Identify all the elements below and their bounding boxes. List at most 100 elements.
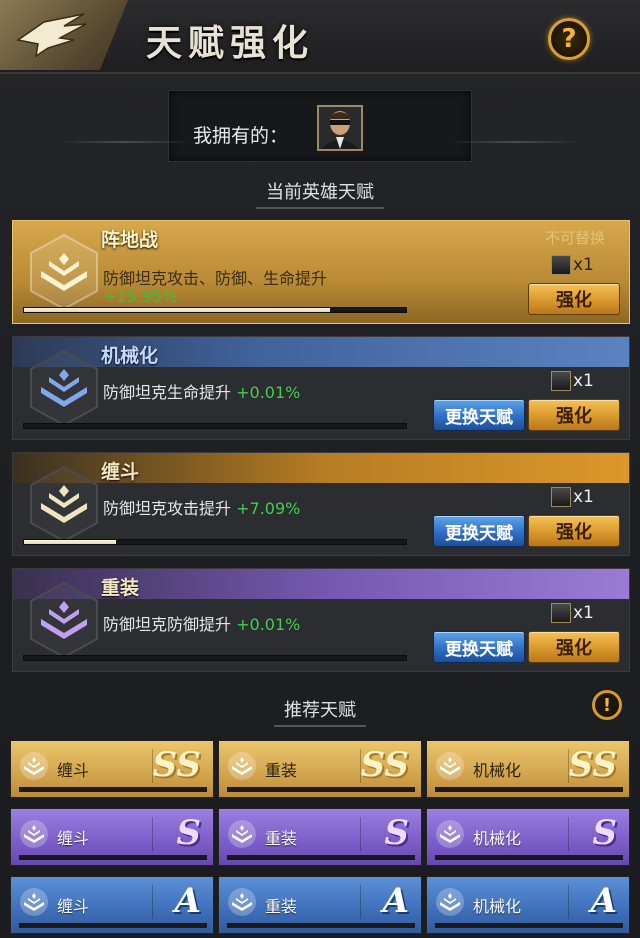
divider xyxy=(360,817,361,851)
hero-token-icon xyxy=(551,371,571,391)
exclamation-icon: ! xyxy=(602,694,612,716)
info-button[interactable]: ! xyxy=(592,690,622,720)
progress-bar xyxy=(23,539,407,545)
progress-bar xyxy=(435,923,623,928)
recommended-talent-card[interactable]: 重装 S xyxy=(218,808,422,866)
recommended-talent-name: 重装 xyxy=(265,829,298,848)
talent-name: 阵地战 xyxy=(101,229,159,251)
recommended-talent-name: 缠斗 xyxy=(57,761,90,780)
grade-badge: A xyxy=(382,881,409,921)
progress-fill xyxy=(24,540,116,544)
owned-panel: 我拥有的： xyxy=(59,90,581,162)
recommended-talent-name: 重装 xyxy=(265,761,298,780)
talent-emblem-icon xyxy=(30,349,98,427)
hero-token-icon xyxy=(551,603,571,623)
progress-bar xyxy=(435,787,623,792)
recommended-talent-card[interactable]: 重装 SS xyxy=(218,740,422,798)
talent-card: 阵地战 不可替换 防御坦克攻击、防御、生命提升 +15.95% x1 强化 xyxy=(12,220,630,324)
grade-badge: S xyxy=(592,813,617,853)
talent-emblem-icon xyxy=(228,820,256,848)
lock-status: 不可替换 xyxy=(544,229,605,247)
back-button[interactable] xyxy=(0,0,128,70)
eagle-icon xyxy=(16,13,87,58)
recommended-talent-card[interactable]: 缠斗 S xyxy=(10,808,214,866)
divider xyxy=(568,885,569,919)
grade-badge: S xyxy=(176,813,201,853)
recommended-talent-card[interactable]: 缠斗 SS xyxy=(10,740,214,798)
talent-emblem-icon xyxy=(20,820,48,848)
divider xyxy=(152,817,153,851)
progress-bar xyxy=(227,787,415,792)
progress-fill xyxy=(24,308,330,312)
talent-desc: 防御坦克攻击提升 +7.09% xyxy=(103,499,301,518)
cost-amount: x1 xyxy=(573,371,594,391)
grade-badge: SS xyxy=(360,745,409,785)
cost: x1 xyxy=(551,371,594,391)
recommended-talent-card[interactable]: 机械化 S xyxy=(426,808,630,866)
talent-emblem-icon xyxy=(436,820,464,848)
talent-emblem-icon xyxy=(228,888,256,916)
talent-emblem-icon xyxy=(436,888,464,916)
talent-value: +15.95% xyxy=(103,287,178,306)
cost-amount: x1 xyxy=(573,603,594,623)
page-title: 天赋强化 xyxy=(146,23,315,64)
cost: x1 xyxy=(551,487,594,507)
progress-bar xyxy=(227,855,415,860)
recommended-talent-name: 机械化 xyxy=(473,829,522,848)
cost-amount: x1 xyxy=(573,487,594,507)
grade-badge: SS xyxy=(152,745,201,785)
swap-talent-button[interactable]: 更换天赋 xyxy=(433,631,525,663)
swap-talent-button[interactable]: 更换天赋 xyxy=(433,515,525,547)
talent-desc: 防御坦克攻击、防御、生命提升 xyxy=(103,269,328,288)
hero-avatar[interactable] xyxy=(317,105,363,151)
grade-badge: SS xyxy=(568,745,617,785)
cost-amount: x1 xyxy=(573,255,594,275)
talent-card: 机械化 防御坦克生命提升 +0.01% x1 更换天赋 强化 xyxy=(12,336,630,440)
recommended-talent-name: 缠斗 xyxy=(57,829,90,848)
talent-emblem-icon xyxy=(20,752,48,780)
talent-card: 缠斗 防御坦克攻击提升 +7.09% x1 更换天赋 强化 xyxy=(12,452,630,556)
recommended-talent-card[interactable]: 机械化 SS xyxy=(426,740,630,798)
current-talents-heading: 当前英雄天赋 xyxy=(0,178,640,209)
progress-bar xyxy=(23,307,407,313)
hero-token-icon xyxy=(551,487,571,507)
talent-name: 重装 xyxy=(101,577,140,599)
help-icon: ? xyxy=(561,24,577,54)
strengthen-button[interactable]: 强化 xyxy=(528,399,620,431)
strengthen-button[interactable]: 强化 xyxy=(528,631,620,663)
divider xyxy=(568,817,569,851)
recommended-talent-card[interactable]: 缠斗 A xyxy=(10,876,214,934)
swap-talent-button[interactable]: 更换天赋 xyxy=(433,399,525,431)
talent-name: 缠斗 xyxy=(101,461,140,483)
hero-token-icon xyxy=(551,255,571,275)
talent-emblem-icon xyxy=(20,888,48,916)
grade-badge: A xyxy=(590,881,617,921)
strengthen-button[interactable]: 强化 xyxy=(528,515,620,547)
talent-desc: 防御坦克防御提升 +0.01% xyxy=(103,615,301,634)
talent-emblem-icon xyxy=(30,581,98,659)
header-bar: 天赋强化 ? xyxy=(0,0,640,74)
progress-bar xyxy=(227,923,415,928)
recommended-talent-name: 机械化 xyxy=(473,761,522,780)
strengthen-button[interactable]: 强化 xyxy=(528,283,620,315)
talent-emblem-icon xyxy=(436,752,464,780)
hero-portrait-icon xyxy=(319,107,361,149)
progress-bar xyxy=(435,855,623,860)
progress-bar xyxy=(19,855,207,860)
recommended-talent-name: 机械化 xyxy=(473,897,522,916)
progress-bar xyxy=(23,655,407,661)
recommended-talent-card[interactable]: 重装 A xyxy=(218,876,422,934)
recommended-talent-card[interactable]: 机械化 A xyxy=(426,876,630,934)
talent-emblem-icon xyxy=(30,465,98,543)
help-button[interactable]: ? xyxy=(548,18,590,60)
recommended-talent-name: 缠斗 xyxy=(57,897,90,916)
talent-card: 重装 防御坦克防御提升 +0.01% x1 更换天赋 强化 xyxy=(12,568,630,672)
owned-label: 我拥有的： xyxy=(193,125,289,147)
recommended-heading: 推荐天赋 xyxy=(0,696,640,727)
talent-desc: 防御坦克生命提升 +0.01% xyxy=(103,383,301,402)
talent-emblem-icon xyxy=(30,233,98,311)
grade-badge: S xyxy=(384,813,409,853)
divider xyxy=(152,885,153,919)
progress-bar xyxy=(23,423,407,429)
divider xyxy=(360,885,361,919)
